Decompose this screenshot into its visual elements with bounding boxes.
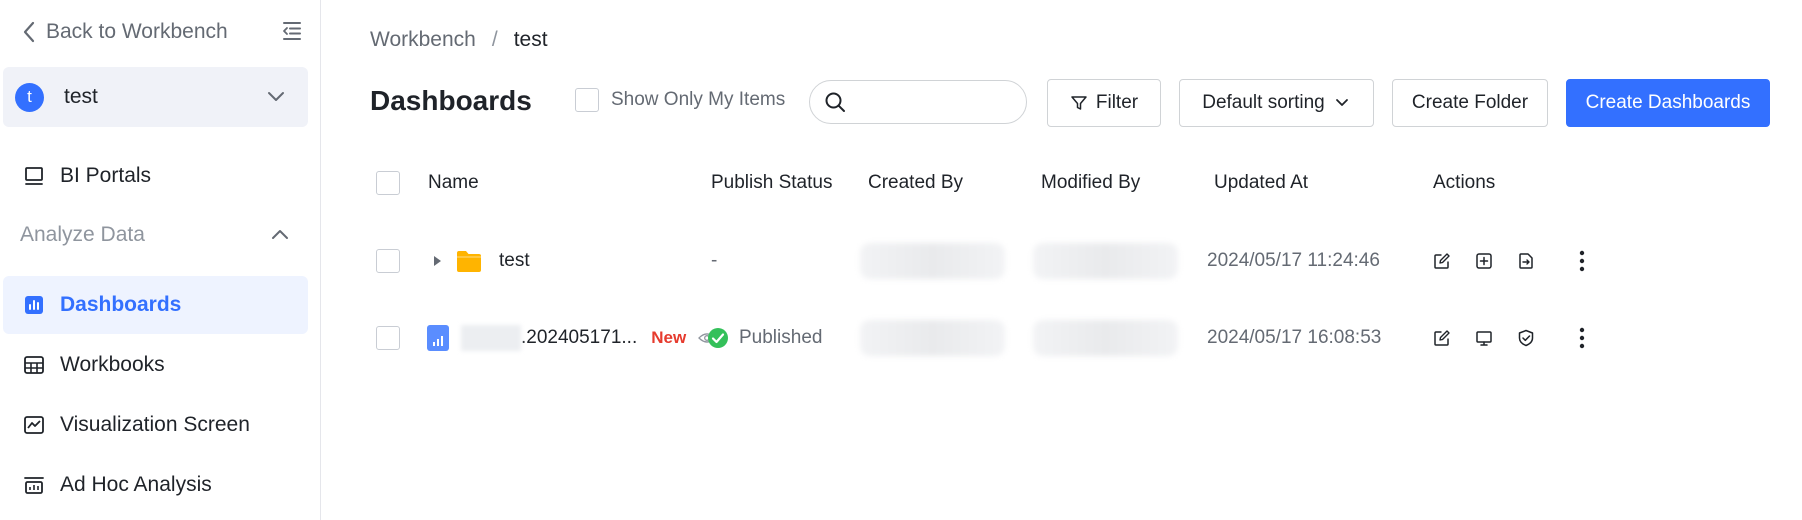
chevron-down-icon xyxy=(1335,99,1348,106)
row-actions xyxy=(1433,299,1585,377)
collapse-sidebar-icon[interactable] xyxy=(280,19,304,43)
dashboard-file-icon xyxy=(427,325,449,351)
table-icon xyxy=(24,356,44,374)
analysis-icon xyxy=(24,477,44,494)
sidebar-item-label: BI Portals xyxy=(60,164,152,187)
row-checkbox[interactable] xyxy=(376,249,400,273)
row-name: .202405171... xyxy=(521,327,638,348)
more-options-icon[interactable] xyxy=(1579,327,1585,349)
sidebar-item-dashboards[interactable]: Dashboards xyxy=(3,276,308,334)
chevron-left-icon xyxy=(23,21,35,43)
checkbox-box[interactable] xyxy=(575,88,599,112)
row-updated-at: 2024/05/17 16:08:53 xyxy=(1207,327,1382,348)
filter-icon xyxy=(1071,96,1087,110)
back-label: Back to Workbench xyxy=(46,20,228,43)
add-icon[interactable] xyxy=(1475,252,1493,270)
present-icon[interactable] xyxy=(1475,329,1493,347)
new-badge: New xyxy=(651,328,687,347)
sidebar-item-label: Workbooks xyxy=(60,353,165,376)
row-publish-status: Published xyxy=(707,299,822,377)
search-box[interactable] xyxy=(809,80,1027,124)
select-all-checkbox[interactable] xyxy=(376,171,400,195)
created-by-redacted xyxy=(860,320,1005,356)
sidebar-group-label: Analyze Data xyxy=(20,223,145,246)
edit-icon[interactable] xyxy=(1433,329,1451,347)
sidebar-item-workbooks[interactable]: Workbooks xyxy=(3,336,308,394)
filter-label: Filter xyxy=(1095,92,1139,113)
checkbox-label: Show Only My Items xyxy=(611,89,786,110)
row-name: test xyxy=(499,250,530,271)
sidebar-item-label: Visualization Screen xyxy=(60,413,250,436)
sidebar-item-label: Ad Hoc Analysis xyxy=(60,473,212,496)
main-content: Workbench / test Dashboards Show Only My… xyxy=(321,0,1802,520)
chart-line-icon xyxy=(24,416,44,434)
search-icon xyxy=(825,92,845,112)
modified-by-redacted xyxy=(1033,243,1178,279)
workspace-selector[interactable]: t test xyxy=(3,67,308,127)
check-circle-icon xyxy=(708,328,728,348)
created-by-redacted xyxy=(860,243,1005,279)
workspace-name: test xyxy=(64,85,98,108)
column-header-modified-by[interactable]: Modified By xyxy=(1041,172,1140,194)
edit-icon[interactable] xyxy=(1433,252,1451,270)
chevron-down-icon xyxy=(268,92,284,101)
sort-label: Default sorting xyxy=(1202,92,1325,113)
page-title: Dashboards xyxy=(370,85,532,116)
sidebar-item-ad-hoc-analysis[interactable]: Ad Hoc Analysis xyxy=(3,456,308,514)
workspace-avatar: t xyxy=(15,82,44,112)
sidebar: Back to Workbench t test BI Portals Anal… xyxy=(0,0,321,520)
chevron-up-icon xyxy=(272,230,288,239)
table-row[interactable]: test - 2024/05/17 11:24:46 xyxy=(370,222,1780,300)
more-options-icon[interactable] xyxy=(1579,250,1585,272)
row-checkbox[interactable] xyxy=(376,326,400,350)
folder-icon xyxy=(457,251,481,272)
sidebar-item-label: Dashboards xyxy=(60,293,182,316)
sidebar-group-analyze-data[interactable]: Analyze Data xyxy=(20,218,290,252)
breadcrumb-workbench[interactable]: Workbench xyxy=(370,28,476,52)
row-actions xyxy=(1433,222,1585,300)
show-only-my-items-checkbox[interactable]: Show Only My Items xyxy=(575,88,785,112)
column-header-name[interactable]: Name xyxy=(428,172,479,194)
search-input[interactable] xyxy=(854,91,1014,113)
column-header-updated-at[interactable]: Updated At xyxy=(1214,172,1308,194)
publish-status-label: Published xyxy=(739,327,823,348)
column-header-publish-status[interactable]: Publish Status xyxy=(711,172,832,194)
sidebar-item-visualization-screen[interactable]: Visualization Screen xyxy=(3,396,308,454)
row-publish-status: - xyxy=(711,250,718,271)
breadcrumb-separator: / xyxy=(491,28,498,51)
name-redacted xyxy=(461,325,521,351)
row-name-cell[interactable]: .202405171... New xyxy=(427,299,717,377)
breadcrumb: Workbench / test xyxy=(370,28,548,52)
sidebar-item-bi-portals[interactable]: BI Portals xyxy=(3,147,308,205)
filter-button[interactable]: Filter xyxy=(1047,79,1161,127)
table-row[interactable]: .202405171... New Published 2024/05/17 1… xyxy=(370,299,1780,377)
row-updated-at: 2024/05/17 11:24:46 xyxy=(1207,250,1380,271)
expand-caret-icon[interactable] xyxy=(431,254,443,268)
move-icon[interactable] xyxy=(1517,252,1535,270)
dashboard-icon xyxy=(25,296,43,314)
modified-by-redacted xyxy=(1033,320,1178,356)
create-folder-button[interactable]: Create Folder xyxy=(1392,79,1548,127)
create-dashboards-button[interactable]: Create Dashboards xyxy=(1566,79,1770,127)
column-header-created-by[interactable]: Created By xyxy=(868,172,963,194)
back-to-workbench-link[interactable]: Back to Workbench xyxy=(22,16,228,48)
sort-dropdown[interactable]: Default sorting xyxy=(1179,79,1374,127)
shield-check-icon[interactable] xyxy=(1517,329,1535,347)
breadcrumb-current: test xyxy=(513,28,548,51)
monitor-icon xyxy=(25,167,43,185)
row-name-cell[interactable]: test xyxy=(431,222,530,300)
column-header-actions: Actions xyxy=(1433,172,1496,193)
